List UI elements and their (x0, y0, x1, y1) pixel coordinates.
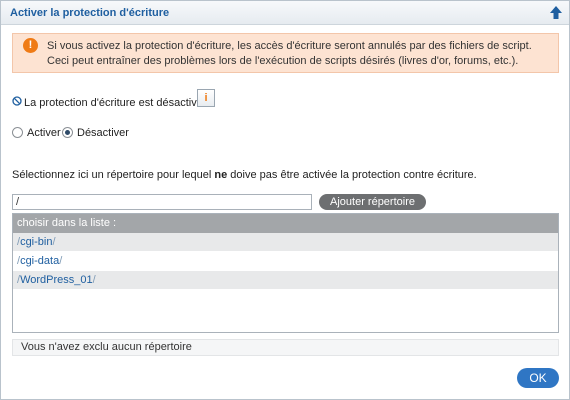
list-item-suffix: / (92, 274, 96, 286)
ok-button[interactable]: OK (517, 368, 559, 388)
exclamation-icon: ! (23, 38, 38, 53)
list-item-name: cgi-bin (20, 236, 53, 248)
write-protection-dialog: Activer la protection d'écriture ! Si vo… (0, 0, 570, 400)
list-item[interactable]: /cgi-bin/ (13, 233, 558, 252)
instruction-bold: ne (214, 169, 228, 181)
instruction-text: Sélectionnez ici un répertoire pour lequ… (12, 169, 477, 181)
list-item-name: WordPress_01 (20, 274, 93, 286)
directory-list[interactable]: choisir dans la liste : /cgi-bin/ /cgi-d… (12, 213, 559, 333)
deactivate-radio[interactable] (62, 127, 73, 138)
list-item-suffix: / (59, 255, 63, 267)
activate-radio[interactable] (12, 127, 23, 138)
list-item-suffix: / (52, 236, 56, 248)
info-icon[interactable]: i (197, 89, 215, 107)
status-text: La protection d'écriture est désactivé. (24, 97, 206, 109)
arrow-up-icon[interactable] (549, 5, 563, 20)
activate-label[interactable]: Activer (27, 127, 61, 139)
list-item[interactable]: /WordPress_01/ (13, 271, 558, 290)
instruction-before: Sélectionnez ici un répertoire pour lequ… (12, 169, 215, 181)
add-directory-button[interactable]: Ajouter répertoire (319, 194, 426, 210)
list-item[interactable]: /cgi-data/ (13, 252, 558, 271)
list-item-name: cgi-data (20, 255, 60, 267)
dialog-titlebar: Activer la protection d'écriture (1, 1, 569, 25)
directory-path-input[interactable] (12, 194, 312, 210)
excluded-directories-status: Vous n'avez exclu aucun répertoire (12, 339, 559, 356)
stop-icon (12, 96, 22, 106)
deactivate-label[interactable]: Désactiver (77, 127, 129, 139)
warning-box: ! Si vous activez la protection d'écritu… (12, 33, 559, 73)
instruction-after: doive pas être activée la protection con… (227, 169, 477, 181)
dialog-title: Activer la protection d'écriture (10, 7, 170, 19)
warning-text: Si vous activez la protection d'écriture… (47, 40, 532, 67)
list-header: choisir dans la liste : (13, 214, 558, 233)
